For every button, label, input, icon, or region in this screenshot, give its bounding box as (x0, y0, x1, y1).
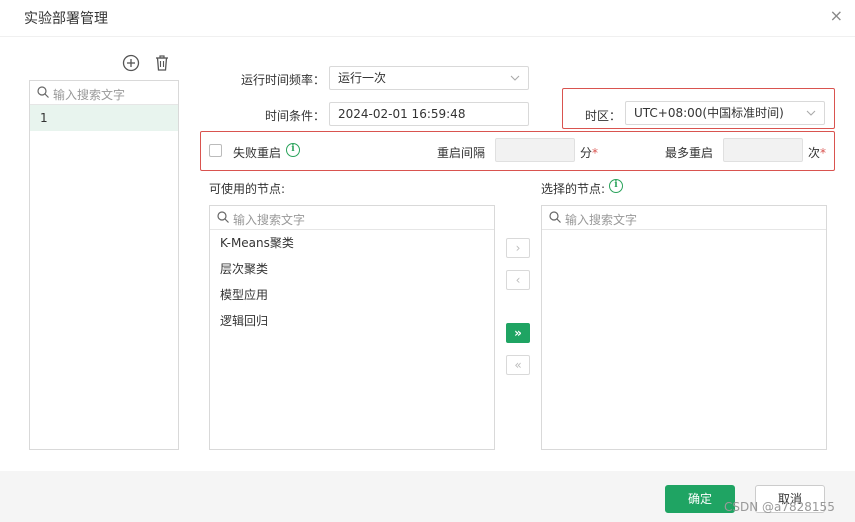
fail-restart-checkbox[interactable] (209, 144, 222, 157)
timezone-select[interactable]: UTC+08:00(中国标准时间) (625, 101, 825, 125)
fail-restart-label: 失败重启 (233, 146, 282, 160)
list-item[interactable]: 层次聚类 (210, 256, 494, 282)
watermark: CSDN @a7828155 (724, 500, 835, 514)
chevron-down-icon (806, 110, 816, 116)
max-unit: 次* (808, 146, 827, 160)
header-divider (0, 36, 855, 37)
move-all-right-button[interactable]: » (506, 323, 530, 343)
add-icon[interactable] (122, 54, 140, 72)
chevron-down-icon (510, 75, 520, 81)
available-nodes-title: 可使用的节点: (209, 182, 286, 196)
move-right-button[interactable]: › (506, 238, 530, 258)
freq-label: 运行时间频率： (241, 73, 326, 87)
max-restart-input[interactable] (723, 138, 803, 162)
move-all-left-button[interactable]: « (506, 355, 530, 375)
info-icon[interactable]: i (609, 179, 623, 193)
search-icon (37, 86, 49, 98)
selected-nodes-panel: 输入搜索文字 (541, 205, 827, 450)
info-icon[interactable]: i (286, 143, 300, 157)
required-mark: * (820, 146, 827, 160)
deployment-dialog: 实验部署管理 × 输入搜索文字 1 运行时间频率： 运行一次 时间条件： 202… (0, 0, 855, 522)
search-icon (217, 211, 229, 223)
time-input[interactable]: 2024-02-01 16:59:48 (329, 102, 529, 126)
delete-icon[interactable] (153, 54, 171, 72)
selected-search-input[interactable]: 输入搜索文字 (542, 206, 826, 230)
list-item[interactable]: 1 (30, 105, 178, 131)
interval-unit: 分* (580, 146, 599, 160)
available-search-placeholder: 输入搜索文字 (233, 213, 306, 227)
freq-value: 运行一次 (338, 71, 387, 85)
selected-search-placeholder: 输入搜索文字 (565, 213, 638, 227)
time-label: 时间条件： (265, 109, 326, 123)
search-icon (549, 211, 561, 223)
available-nodes-panel: 输入搜索文字 K-Means聚类 层次聚类 模型应用 逻辑回归 (209, 205, 495, 450)
list-item[interactable]: K-Means聚类 (210, 230, 494, 256)
tz-label: 时区： (585, 109, 622, 123)
available-search-input[interactable]: 输入搜索文字 (210, 206, 494, 230)
left-search-input[interactable]: 输入搜索文字 (30, 81, 178, 105)
tz-value: UTC+08:00(中国标准时间) (634, 106, 784, 120)
selected-nodes-title: 选择的节点: (541, 182, 606, 196)
interval-input[interactable] (495, 138, 575, 162)
required-mark: * (592, 146, 599, 160)
close-icon[interactable]: × (830, 8, 843, 24)
left-search-placeholder: 输入搜索文字 (53, 88, 126, 102)
freq-select[interactable]: 运行一次 (329, 66, 529, 90)
interval-label: 重启间隔 (437, 146, 486, 160)
max-restart-label: 最多重启 (665, 146, 714, 160)
experiment-list-panel: 输入搜索文字 1 (29, 80, 179, 450)
list-item[interactable]: 逻辑回归 (210, 308, 494, 334)
dialog-title: 实验部署管理 (24, 11, 108, 27)
list-item[interactable]: 模型应用 (210, 282, 494, 308)
time-value: 2024-02-01 16:59:48 (338, 107, 466, 121)
move-left-button[interactable]: ‹ (506, 270, 530, 290)
